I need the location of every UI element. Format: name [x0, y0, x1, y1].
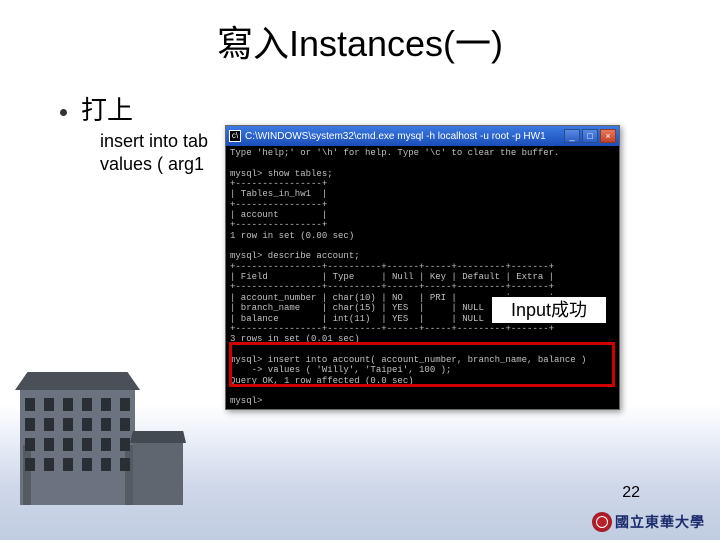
logo-badge-icon — [592, 512, 612, 532]
terminal-output: Type 'help;' or '\h' for help. Type '\c'… — [226, 146, 619, 409]
building-illustration — [0, 360, 185, 505]
university-name: 國立東華大學 — [615, 512, 705, 532]
maximize-button[interactable]: □ — [582, 129, 598, 143]
page-number: 22 — [622, 484, 640, 502]
slide-title: 寫入Instances(一) — [0, 15, 720, 67]
input-success-callout: Input成功 — [490, 295, 608, 325]
close-button[interactable]: × — [600, 129, 616, 143]
code-line-1: insert into tab — [100, 130, 208, 153]
university-logo: 國立東華大學 — [592, 512, 705, 532]
code-snippet: insert into tab values ( arg1 — [100, 130, 208, 177]
bullet-dot-icon — [60, 109, 67, 116]
bullet-text: 打上 — [81, 95, 133, 125]
cmd-icon: c\ — [229, 130, 241, 142]
window-title-text: C:\WINDOWS\system32\cmd.exe mysql -h loc… — [245, 131, 562, 142]
command-prompt-window: c\ C:\WINDOWS\system32\cmd.exe mysql -h … — [225, 125, 620, 410]
code-line-2: values ( arg1 — [100, 153, 208, 176]
bullet-item: 打上 — [60, 90, 133, 127]
minimize-button[interactable]: _ — [564, 129, 580, 143]
window-titlebar: c\ C:\WINDOWS\system32\cmd.exe mysql -h … — [226, 126, 619, 146]
